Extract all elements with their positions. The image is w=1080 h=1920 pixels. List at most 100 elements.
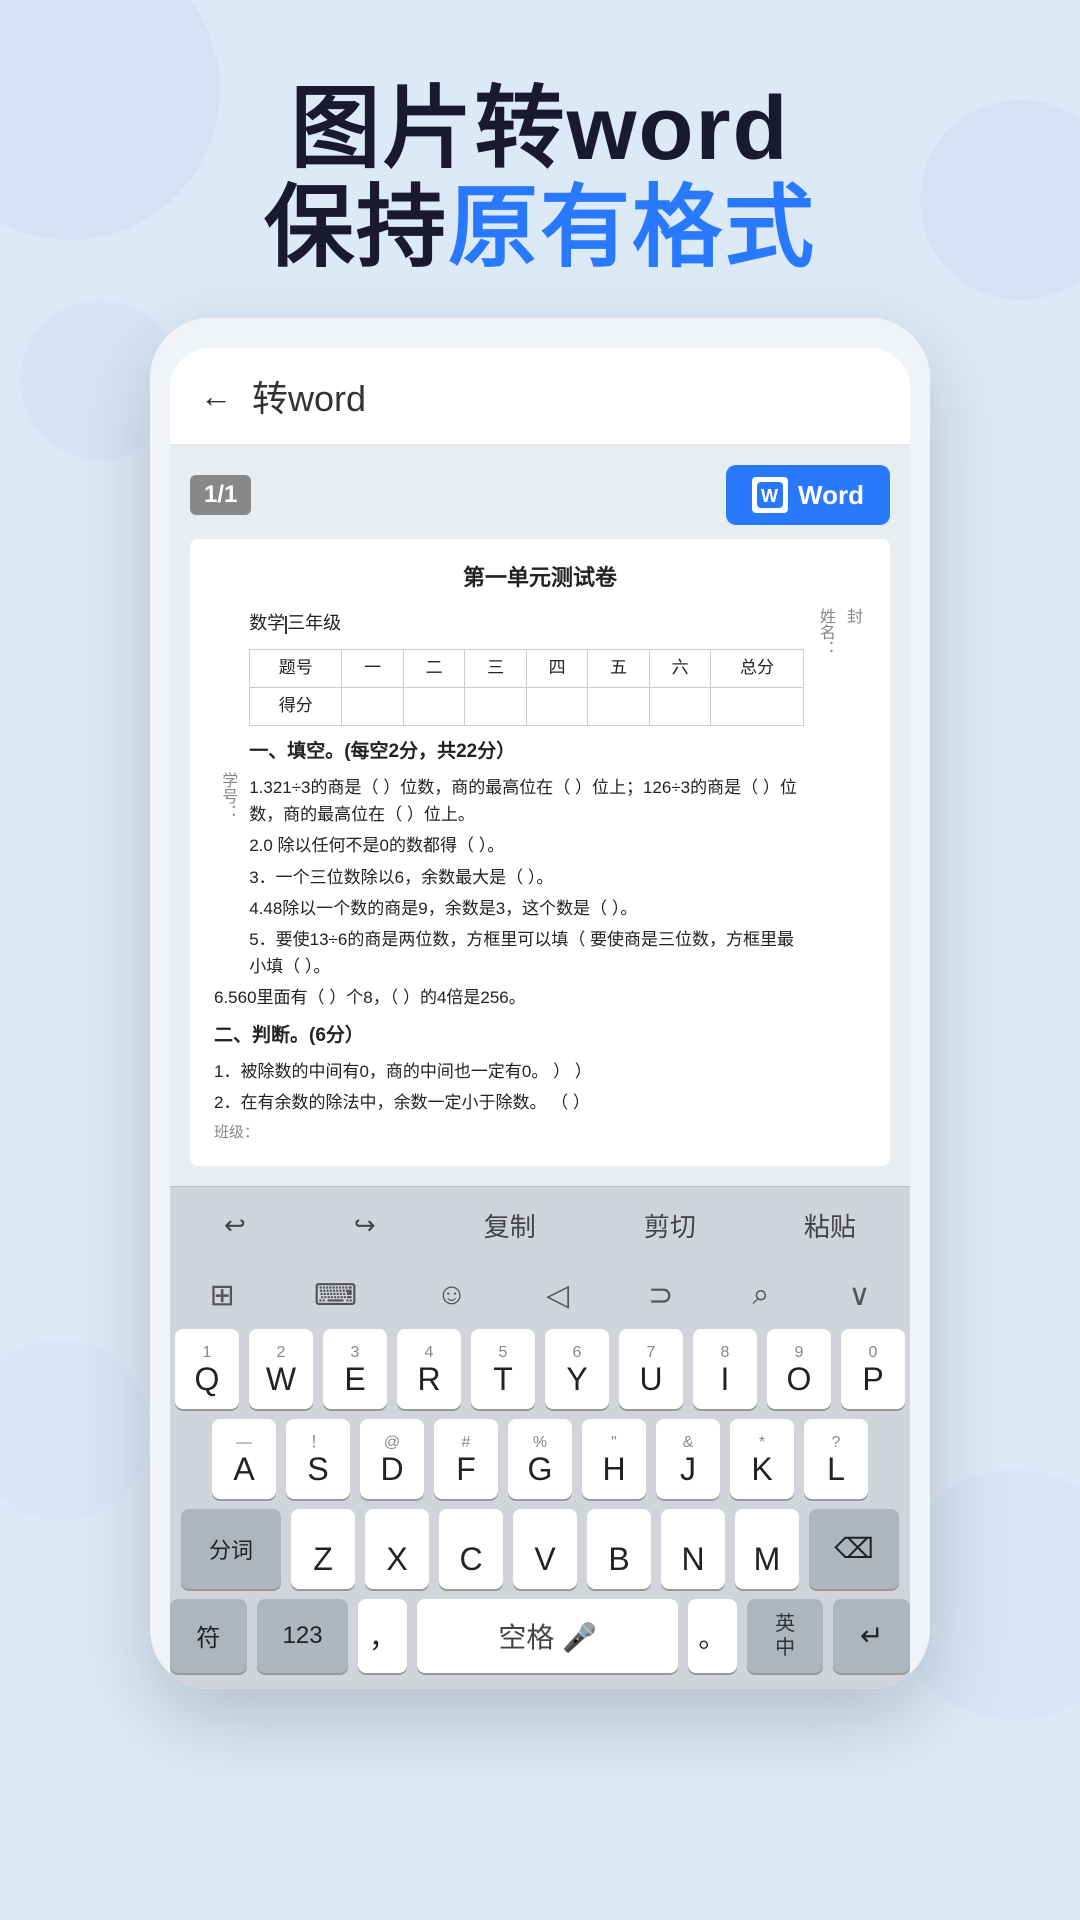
key-y[interactable]: 6Y — [545, 1329, 609, 1409]
undo-button[interactable]: ↩ — [208, 1206, 262, 1245]
key-d[interactable]: @D — [360, 1419, 424, 1499]
hero-prefix: 保持 — [264, 178, 448, 278]
svg-text:W: W — [761, 486, 778, 506]
doc-item-5: 5．要使13÷6的商是两位数，方框里可以填（ 要使商是三位数，方框里最小填（ ）… — [249, 926, 803, 980]
key-t[interactable]: 5T — [471, 1329, 535, 1409]
backspace-key[interactable]: ⌫ — [809, 1509, 899, 1589]
key-f[interactable]: #F — [434, 1419, 498, 1499]
space-key[interactable]: 空格 🎤 — [417, 1599, 677, 1673]
table-cell — [526, 687, 587, 725]
table-cell — [403, 687, 464, 725]
key-h[interactable]: "H — [582, 1419, 646, 1499]
xue-label: 学号： — [214, 608, 241, 984]
word-button-label: Word — [798, 480, 864, 511]
copy-button[interactable]: 复制 — [468, 1203, 552, 1248]
key-u[interactable]: 7U — [619, 1329, 683, 1409]
key-p[interactable]: 0P — [841, 1329, 905, 1409]
doc-item-2: 2.0 除以任何不是0的数都得（ ）。 — [249, 832, 803, 859]
table-cell — [465, 687, 526, 725]
table-cell: 五 — [588, 649, 649, 687]
score-table: 题号 一 二 三 四 五 六 总分 得分 — [249, 649, 803, 726]
hero-blue-text: 原有格式 — [448, 178, 816, 278]
table-cell: 题号 — [250, 649, 342, 687]
fn-key[interactable]: 符 — [170, 1599, 247, 1673]
key-n[interactable]: N — [661, 1509, 725, 1589]
screen-title: 转word — [252, 370, 366, 422]
document-area: 1/1 W Word 第一单元测试卷 学号： — [170, 445, 910, 1186]
subject-row: 数学三年级 — [249, 608, 803, 639]
class-label: 班级： — [214, 1120, 866, 1146]
cut-button[interactable]: 剪切 — [628, 1203, 712, 1248]
key-o[interactable]: 9O — [767, 1329, 831, 1409]
table-cell — [342, 687, 403, 725]
table-cell — [588, 687, 649, 725]
table-cell: 一 — [342, 649, 403, 687]
enter-key[interactable]: ↵ — [833, 1599, 910, 1673]
section2-title: 二、判断。(6分） — [214, 1020, 866, 1052]
key-a[interactable]: —A — [212, 1419, 276, 1499]
cursor-icon[interactable]: ◁ — [546, 1278, 569, 1313]
comma-key[interactable]: ， — [358, 1599, 407, 1673]
key-x[interactable]: X — [365, 1509, 429, 1589]
key-l[interactable]: ?L — [804, 1419, 868, 1499]
key-w[interactable]: 2W — [249, 1329, 313, 1409]
doc-info-area: 学号： 数学三年级 题号 一 二 三 四 五 — [214, 608, 866, 984]
lang-key[interactable]: 英中 — [747, 1599, 824, 1673]
table-cell: 四 — [526, 649, 587, 687]
paste-button[interactable]: 粘贴 — [788, 1203, 872, 1248]
phone-mockup: ← 转word 1/1 W Word 第一单元测试卷 — [150, 318, 930, 1689]
key-c[interactable]: C — [439, 1509, 503, 1589]
doc-item-1: 1.321÷3的商是（ ）位数，商的最高位在（ ）位上；126÷3的商是（ ）位… — [249, 774, 803, 828]
top-bar: ← 转word — [170, 348, 910, 445]
key-z[interactable]: Z — [291, 1509, 355, 1589]
search-icon[interactable]: ⌕ — [753, 1278, 770, 1312]
key-q[interactable]: 1Q — [175, 1329, 239, 1409]
document-content[interactable]: 第一单元测试卷 学号： 数学三年级 题号 一 二 三 — [190, 539, 890, 1166]
period-key[interactable]: 。 — [688, 1599, 737, 1673]
table-cell: 总分 — [711, 649, 803, 687]
doc-toolbar: 1/1 W Word — [190, 465, 890, 525]
table-cell: 六 — [649, 649, 710, 687]
redo-button[interactable]: ↪ — [338, 1206, 392, 1245]
doc-item-3: 3．一个三位数除以6，余数最大是（ ）。 — [249, 864, 803, 891]
word-export-button[interactable]: W Word — [726, 465, 890, 525]
section1-title: 一、填空。(每空2分，共22分） — [249, 736, 803, 768]
keyboard-icon[interactable]: ⌨ — [314, 1278, 357, 1313]
keyboard-row-1: 1Q 2W 3E 4R 5T 6Y 7U 8I 9O 0P — [170, 1329, 910, 1409]
keyboard-row-2: —A ！S @D #F %G "H &J *K ?L — [170, 1419, 910, 1499]
grid-icon[interactable]: ⊞ — [210, 1278, 235, 1313]
shift-key[interactable]: 分词 — [181, 1509, 281, 1589]
keyboard-icon-bar: ⊞ ⌨ ☺ ◁ ⊃ ⌕ ∨ — [170, 1264, 910, 1323]
key-m[interactable]: M — [735, 1509, 799, 1589]
collapse-icon[interactable]: ∨ — [848, 1278, 870, 1313]
table-cell: 得分 — [250, 687, 342, 725]
keyboard-row-3: 分词 Z X C V B N M ⌫ — [170, 1509, 910, 1589]
key-b[interactable]: B — [587, 1509, 651, 1589]
key-g[interactable]: %G — [508, 1419, 572, 1499]
key-i[interactable]: 8I — [693, 1329, 757, 1409]
num-key[interactable]: 123 — [257, 1599, 349, 1673]
link-icon[interactable]: ⊃ — [648, 1278, 673, 1313]
subject-value: 数学三年级 — [249, 608, 341, 639]
key-r[interactable]: 4R — [397, 1329, 461, 1409]
key-v[interactable]: V — [513, 1509, 577, 1589]
doc-item-4: 4.48除以一个数的商是9，余数是3，这个数是（ ）。 — [249, 895, 803, 922]
doc-item-6: 6.560里面有（ ）个8，（ ）的4倍是256。 — [214, 984, 866, 1011]
doc-main-content: 数学三年级 题号 一 二 三 四 五 六 总分 — [249, 608, 803, 984]
page-indicator: 1/1 — [190, 475, 251, 515]
table-cell: 二 — [403, 649, 464, 687]
key-e[interactable]: 3E — [323, 1329, 387, 1409]
keyboard-toolbar: ↩ ↪ 复制 剪切 粘贴 — [170, 1186, 910, 1264]
keyboard: 1Q 2W 3E 4R 5T 6Y 7U 8I 9O 0P —A ！S @D #… — [170, 1323, 910, 1689]
key-k[interactable]: *K — [730, 1419, 794, 1499]
judge-item-1: 1．被除数的中间有0，商的中间也一定有0。 ） ） — [214, 1058, 866, 1085]
table-cell — [711, 687, 803, 725]
key-j[interactable]: &J — [656, 1419, 720, 1499]
table-cell: 三 — [465, 649, 526, 687]
key-s[interactable]: ！S — [286, 1419, 350, 1499]
keyboard-bottom-row: 符 123 ， 空格 🎤 。 英中 ↵ — [170, 1599, 910, 1673]
back-button[interactable]: ← — [200, 378, 232, 415]
doc-title: 第一单元测试卷 — [214, 559, 866, 596]
app-screen: ← 转word 1/1 W Word 第一单元测试卷 — [170, 348, 910, 1689]
emoji-icon[interactable]: ☺ — [436, 1278, 467, 1312]
